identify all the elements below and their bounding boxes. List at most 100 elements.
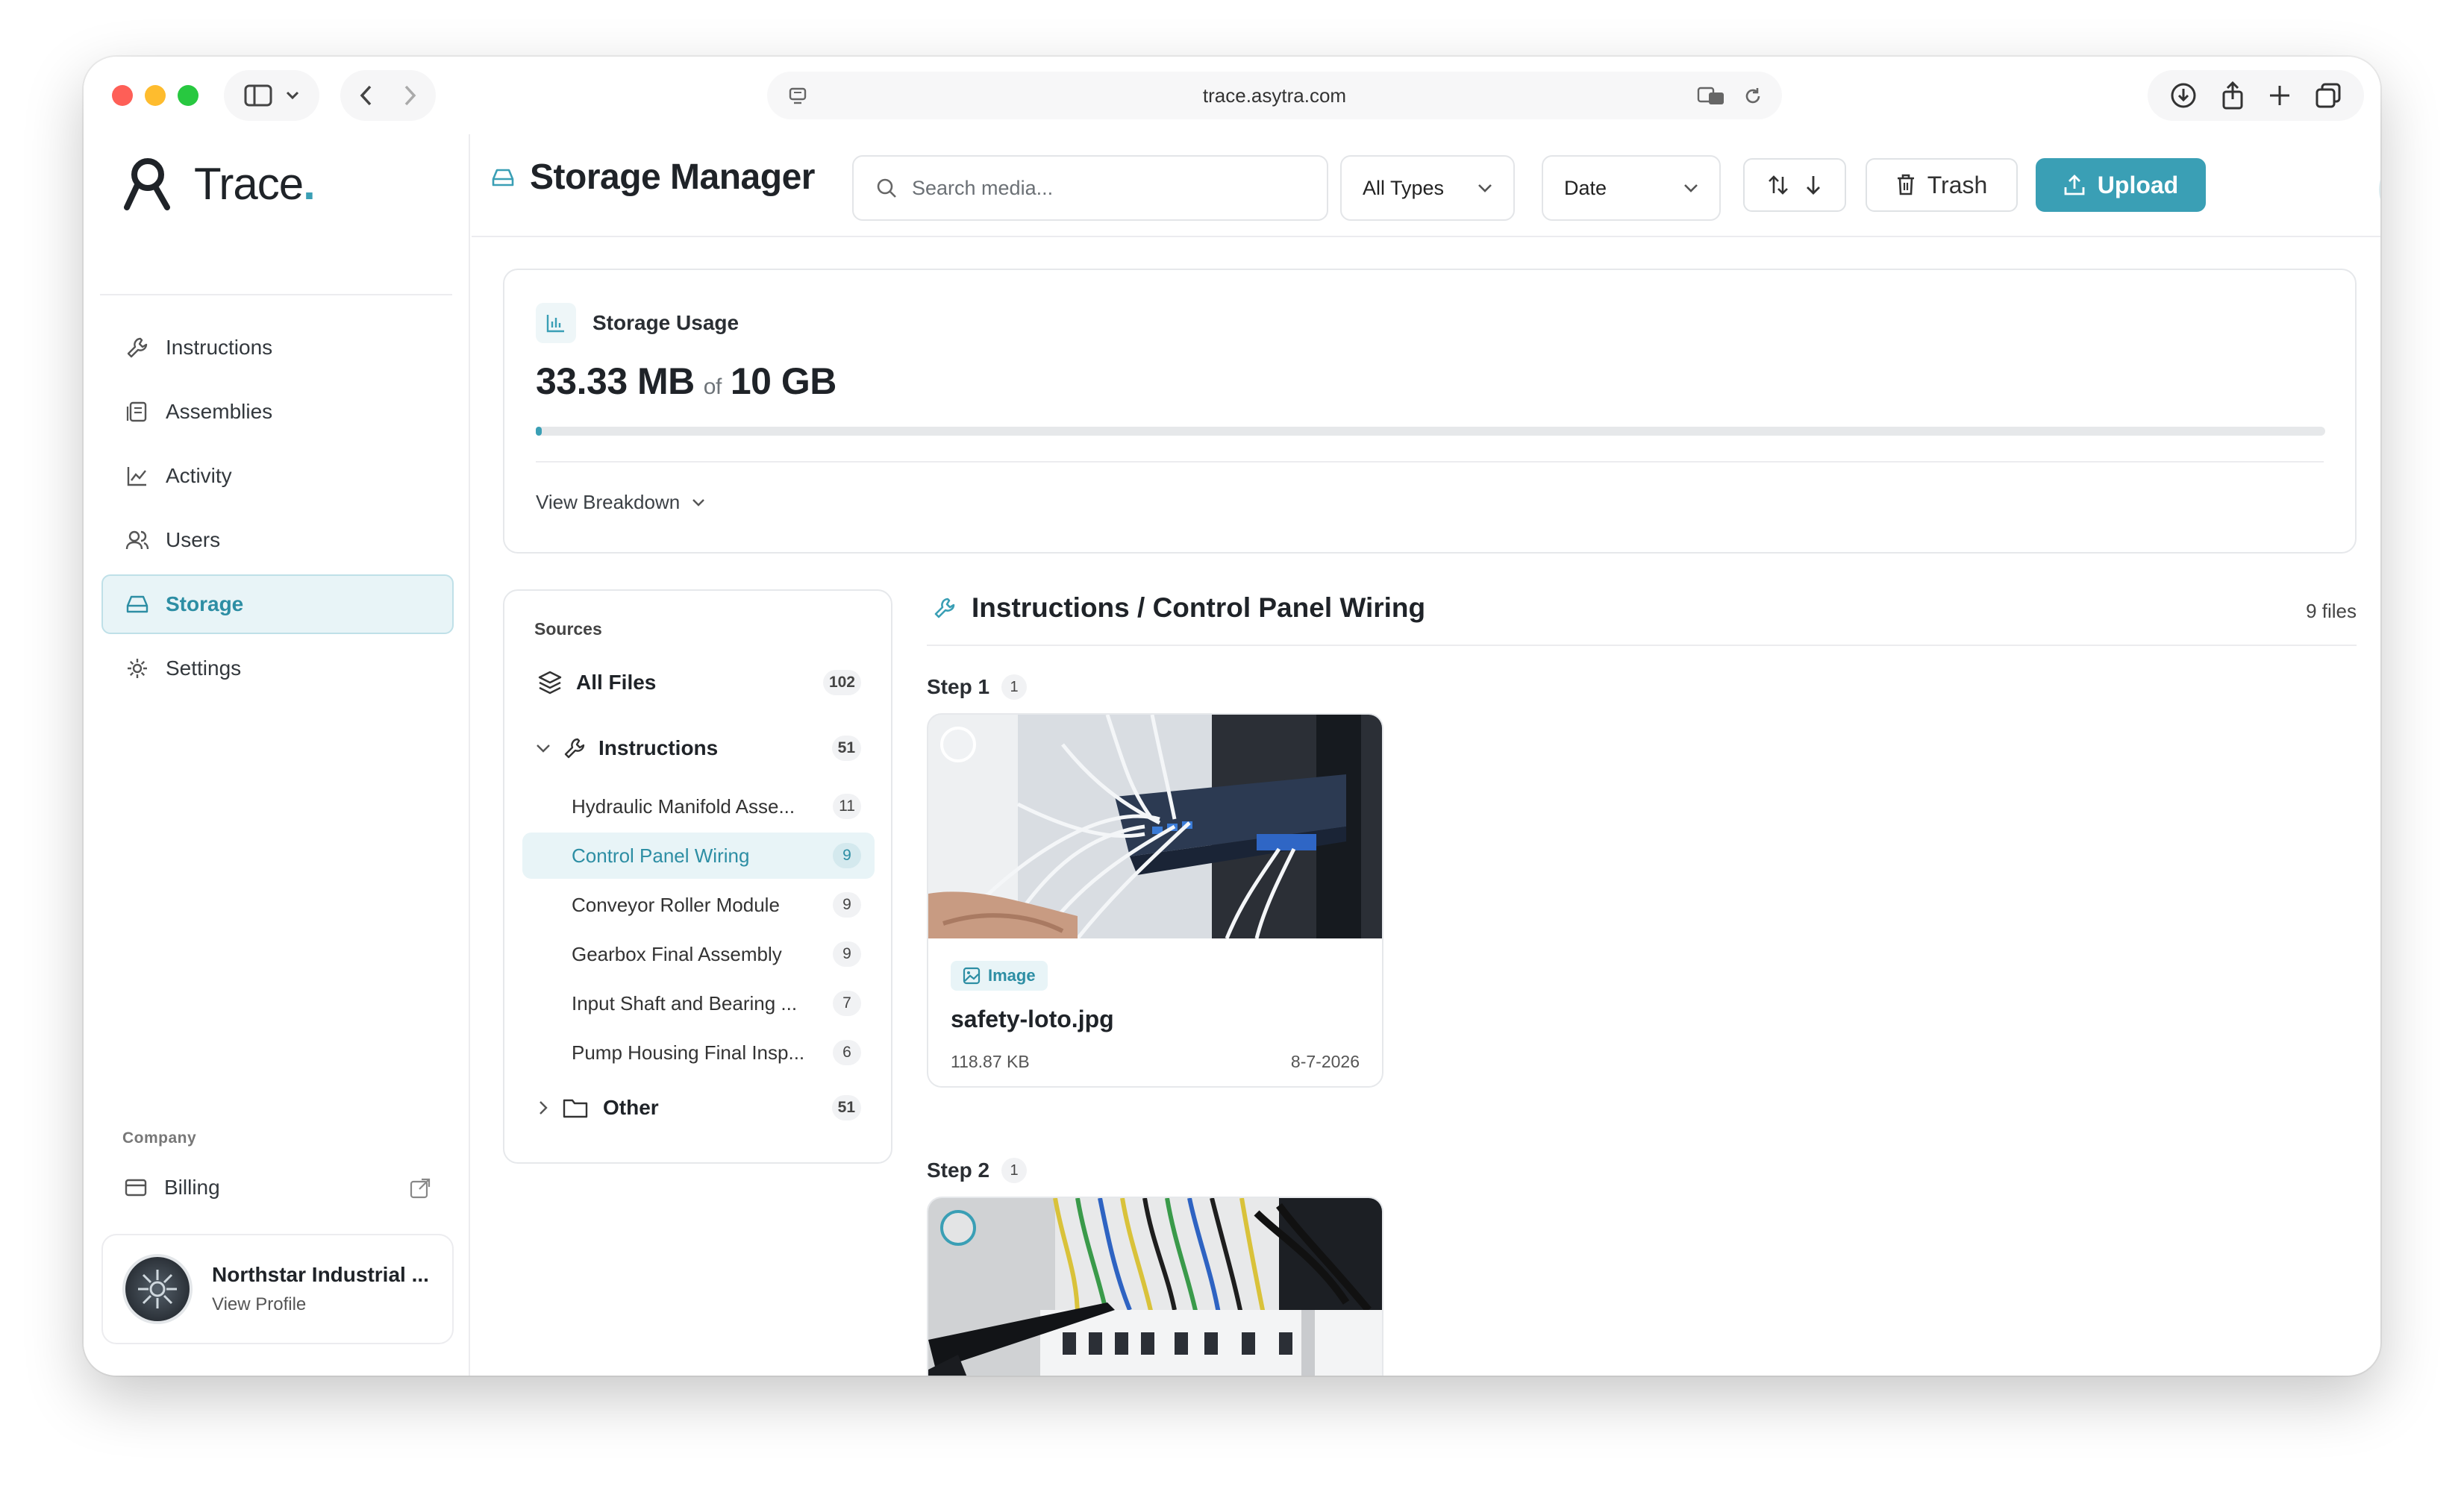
trash-icon — [1896, 174, 1916, 196]
credit-card-icon — [124, 1176, 148, 1200]
sidebar-item-label: Settings — [166, 656, 242, 680]
upload-icon — [2063, 174, 2086, 196]
step-label: Step 2 — [927, 1159, 990, 1182]
type-filter-select[interactable]: All Types — [1340, 155, 1515, 221]
source-label: Conveyor Roller Module — [572, 893, 780, 916]
back-icon[interactable] — [360, 85, 372, 106]
select-checkbox[interactable] — [940, 1210, 976, 1246]
source-child[interactable]: Input Shaft and Bearing ... 7 — [522, 980, 875, 1026]
storage-usage-header: Storage Usage — [536, 303, 739, 343]
view-breakdown-toggle[interactable]: View Breakdown — [536, 491, 705, 514]
file-card[interactable] — [927, 1197, 1383, 1376]
external-link-icon — [409, 1177, 431, 1200]
file-date: 8-7-2026 — [1290, 1052, 1360, 1071]
trash-button[interactable]: Trash — [1866, 158, 2018, 212]
sidebar-item-label: Activity — [166, 464, 232, 487]
forward-icon[interactable] — [404, 85, 416, 106]
maximize-window-button[interactable] — [178, 85, 198, 106]
gear-icon — [125, 656, 149, 680]
file-type-label: Image — [988, 966, 1036, 985]
source-child[interactable]: Pump Housing Final Insp... 6 — [522, 1029, 875, 1076]
trash-label: Trash — [1927, 171, 1988, 198]
source-count: 102 — [822, 670, 861, 695]
storage-total: 10 GB — [730, 360, 837, 402]
sidebar-item-instructions[interactable]: Instructions — [101, 318, 454, 377]
file-card[interactable]: Image safety-loto.jpg 118.87 KB 8-7-2026 — [927, 713, 1383, 1088]
sidebar-item-billing[interactable]: Billing — [101, 1158, 454, 1217]
sidebar-item-settings[interactable]: Settings — [101, 639, 454, 698]
chevron-down-icon — [1478, 184, 1492, 192]
sidebar-item-label: Instructions — [166, 336, 273, 359]
source-count: 6 — [833, 1040, 861, 1065]
sources-label: Sources — [534, 619, 602, 639]
address-bar[interactable]: trace.asytra.com — [767, 72, 1782, 119]
sidebar-item-activity[interactable]: Activity — [101, 446, 454, 506]
source-child-active[interactable]: Control Panel Wiring 9 — [522, 833, 875, 879]
minimize-window-button[interactable] — [145, 85, 166, 106]
storage-of: of — [703, 374, 722, 399]
source-other[interactable]: Other 51 — [522, 1085, 875, 1131]
sidebar-icon — [244, 84, 272, 107]
sort-direction-button[interactable] — [1743, 158, 1846, 212]
brand-logo[interactable]: Trace. — [121, 155, 316, 212]
sidebar-item-users[interactable]: Users — [101, 510, 454, 570]
user-avatar[interactable]: JS — [2379, 155, 2380, 224]
source-count: 9 — [833, 843, 861, 868]
step-header: Step 1 1 — [927, 674, 1028, 700]
chevron-right-icon[interactable] — [539, 1100, 548, 1115]
select-checkbox[interactable] — [940, 727, 976, 762]
new-tab-icon[interactable] — [2268, 84, 2291, 107]
sort-field-select[interactable]: Date — [1542, 155, 1721, 221]
file-size: 118.87 KB — [951, 1052, 1030, 1071]
storage-usage-amount: 33.33 MB of 10 GB — [536, 360, 837, 403]
sidebar-toggle-button[interactable] — [224, 70, 319, 121]
tabs-overview-icon[interactable] — [2315, 82, 2342, 109]
source-child[interactable]: Gearbox Final Assembly 9 — [522, 931, 875, 977]
company-name: Northstar Industrial ... — [212, 1263, 429, 1286]
source-label: Other — [603, 1096, 659, 1119]
upload-button[interactable]: Upload — [2036, 158, 2206, 212]
page-settings-icon[interactable] — [788, 87, 807, 106]
profile-card[interactable]: Northstar Industrial ... View Profile — [101, 1234, 454, 1344]
translate-icon[interactable] — [1697, 87, 1725, 106]
sidebar-item-assemblies[interactable]: Assemblies — [101, 382, 454, 442]
sort-field-value: Date — [1564, 176, 1607, 199]
browser-actions — [2148, 70, 2364, 121]
search-box — [852, 155, 1328, 221]
sidebar-item-label: Billing — [164, 1176, 220, 1199]
source-child[interactable]: Conveyor Roller Module 9 — [522, 882, 875, 928]
files-header: Instructions / Control Panel Wiring 9 fi… — [927, 579, 2357, 646]
users-icon — [125, 528, 149, 552]
close-window-button[interactable] — [112, 85, 133, 106]
download-icon[interactable] — [2170, 82, 2197, 109]
wrench-icon — [933, 596, 957, 620]
browser-window: trace.asytra.com Trace. Instructions Ass… — [84, 57, 2380, 1376]
files-count: 9 files — [2306, 600, 2357, 622]
source-child[interactable]: Hydraulic Manifold Asse... 11 — [522, 783, 875, 830]
chevron-down-icon — [286, 91, 299, 100]
search-input[interactable] — [912, 176, 1285, 200]
file-thumbnail — [928, 1198, 1382, 1376]
source-count: 9 — [833, 941, 861, 967]
storage-usage-title: Storage Usage — [592, 311, 739, 334]
bar-chart-icon — [536, 303, 576, 343]
chevron-down-icon — [692, 498, 705, 507]
storage-icon — [125, 592, 149, 616]
source-label: Hydraulic Manifold Asse... — [572, 794, 795, 818]
view-profile-link[interactable]: View Profile — [212, 1294, 429, 1315]
wrench-icon — [125, 336, 149, 360]
source-label: Pump Housing Final Insp... — [572, 1041, 805, 1064]
source-label: Instructions — [598, 736, 719, 759]
source-label: Gearbox Final Assembly — [572, 942, 782, 965]
company-avatar — [122, 1254, 193, 1324]
step-header: Step 2 1 — [927, 1158, 1028, 1183]
reload-icon[interactable] — [1743, 87, 1763, 106]
share-icon[interactable] — [2221, 81, 2245, 110]
sidebar-item-storage[interactable]: Storage — [101, 574, 454, 634]
source-all-files[interactable]: All Files 102 — [522, 659, 875, 706]
file-thumbnail — [928, 715, 1382, 938]
view-breakdown-label: View Breakdown — [536, 491, 681, 513]
chart-line-icon — [125, 464, 149, 488]
source-instructions[interactable]: Instructions 51 — [522, 725, 875, 771]
chevron-down-icon[interactable] — [536, 744, 551, 753]
